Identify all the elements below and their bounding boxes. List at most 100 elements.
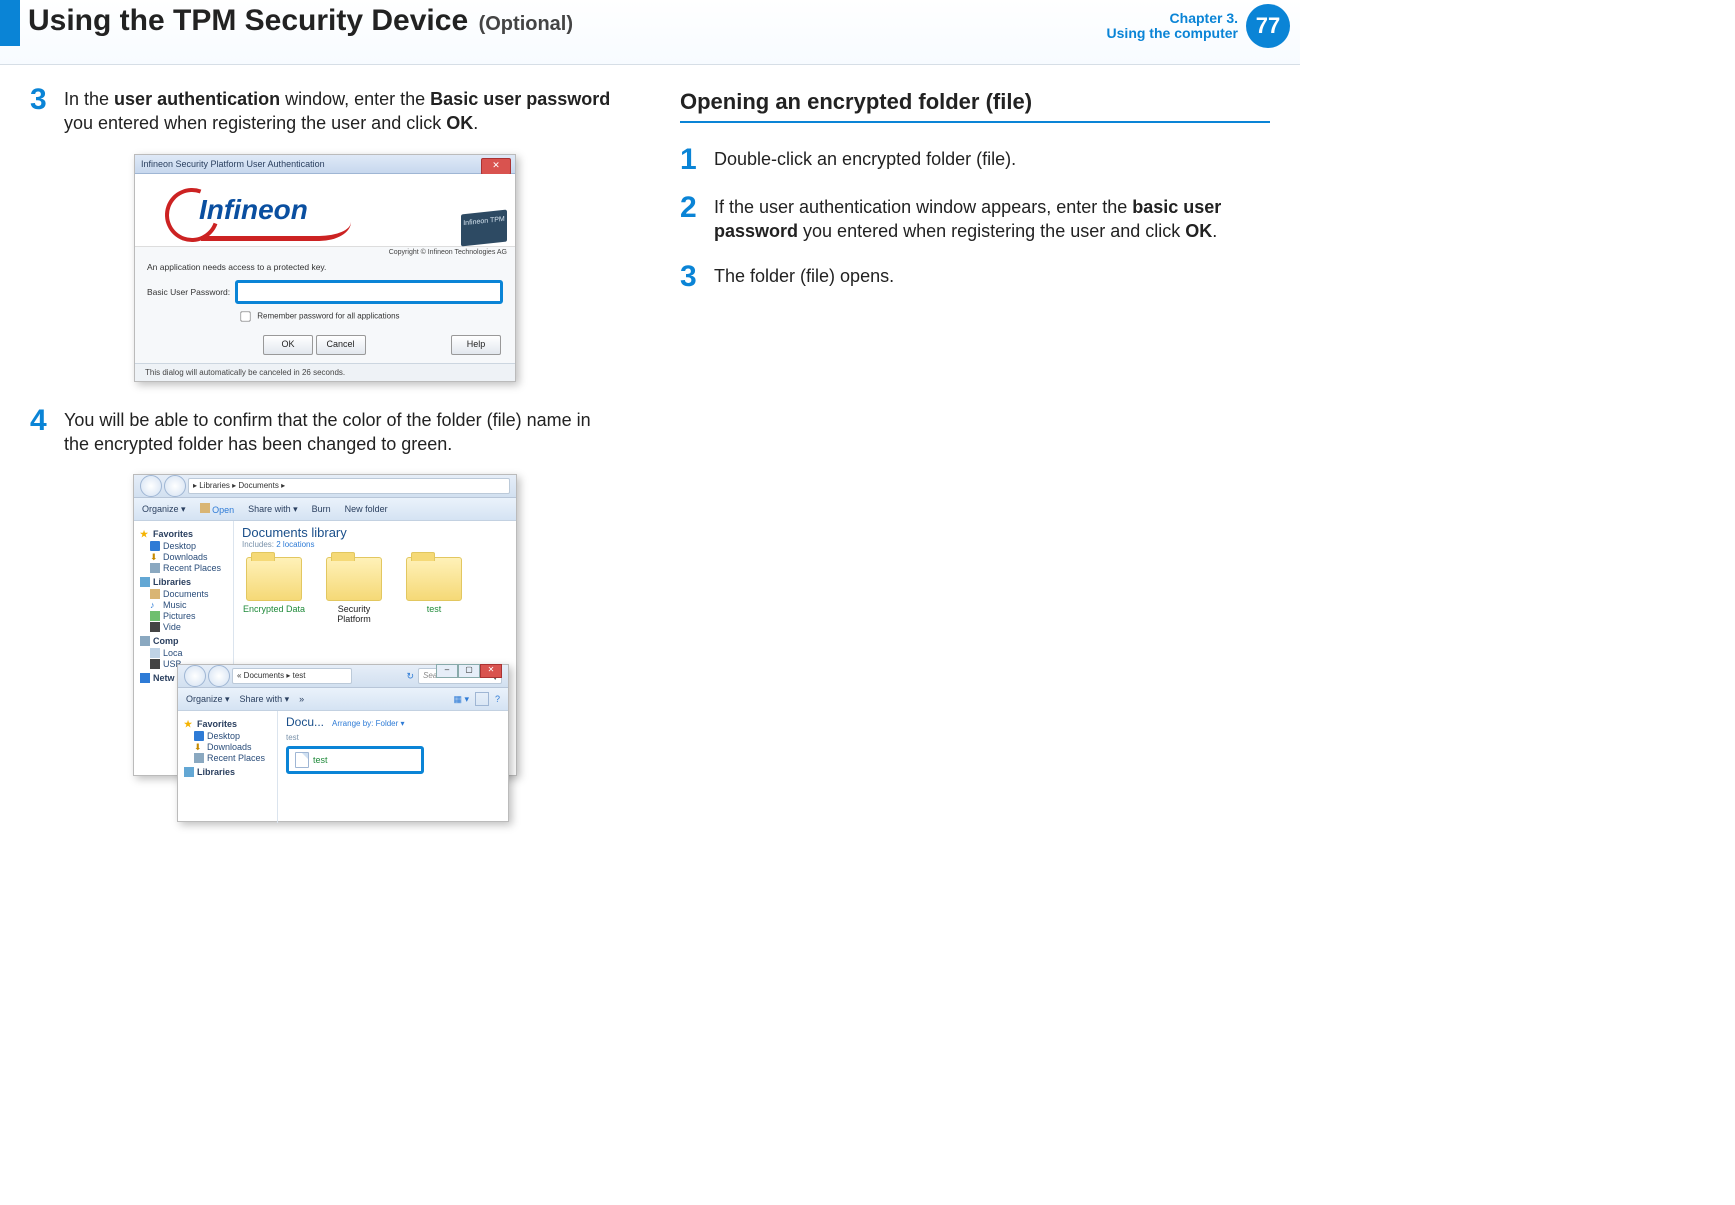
arrange-value: Folder ▾ [376,719,405,728]
back-button[interactable] [140,475,162,497]
remember-checkbox[interactable] [240,311,250,321]
forward-button[interactable] [208,665,230,687]
nav-label: Desktop [163,541,196,551]
toolbar-new-folder[interactable]: New folder [345,504,388,514]
t: OK [446,113,473,133]
nav-music[interactable]: ♪Music [150,600,229,610]
nav-label: Recent Places [163,563,221,573]
nav-libraries[interactable]: Libraries [184,767,273,777]
remember-checkbox-row: Remember password for all applications [239,310,503,323]
open-folder-icon [200,503,210,513]
nav-label: Loca [163,648,183,658]
star-icon: ★ [184,719,194,729]
ok-button[interactable]: OK [263,335,313,355]
preview-pane-icon[interactable] [475,692,489,706]
nav-label: Downloads [207,742,252,752]
toolbar-share[interactable]: Share with ▾ [248,504,298,515]
toolbar-share[interactable]: Share with ▾ [240,694,290,705]
step-text: The folder (file) opens. [714,262,894,292]
drive-icon [150,648,160,658]
nav-desktop[interactable]: Desktop [194,731,273,741]
folder-icon [406,557,462,601]
step-text: Double-click an encrypted folder (file). [714,145,1016,175]
explorer-address-bar: « Documents ▸ test ↻ Search test 🔍 – ▢ [178,665,508,688]
cancel-button[interactable]: Cancel [316,335,366,355]
explorer-toolbar: Organize ▾ Share with ▾ » ▦ ▾ ? [178,688,508,711]
step-text: In the user authentication window, enter… [64,85,620,136]
nav-label: Downloads [163,552,208,562]
desktop-icon [194,731,204,741]
dialog-copyright: Copyright © Infineon Technologies AG [135,246,515,256]
right-step-3: 3 The folder (file) opens. [680,262,1270,292]
breadcrumb[interactable]: « Documents ▸ test [232,668,352,684]
library-sub-prefix: Includes: [242,540,276,549]
t: you entered when registering the user an… [798,221,1185,241]
toolbar-open-label: Open [212,505,234,515]
close-button[interactable]: ✕ [480,664,502,678]
nav-downloads[interactable]: ⬇Downloads [150,552,229,562]
t: user authentication [114,89,280,109]
explorer-content: Docu... Arrange by: Folder ▾ test test [278,711,508,823]
folder-test[interactable]: test [402,557,466,624]
folder-security-platform[interactable]: Security Platform [322,557,386,624]
nav-recent-places[interactable]: Recent Places [150,563,229,573]
nav-local-disk[interactable]: Loca [150,648,229,658]
nav-pictures[interactable]: Pictures [150,611,229,621]
help-button[interactable]: Help [451,335,501,355]
toolbar-more[interactable]: » [299,694,304,704]
section-rule [680,121,1270,123]
dialog-footer: This dialog will automatically be cancel… [135,363,515,381]
dialog-instruction: An application needs access to a protect… [147,262,503,272]
logo-swoosh-tail-icon [201,222,351,241]
minimize-button[interactable]: – [436,664,458,678]
document-icon [150,589,160,599]
toolbar-organize[interactable]: Organize ▾ [142,504,186,515]
arrange-by[interactable]: Arrange by: Folder ▾ [332,719,405,728]
view-options-icon[interactable]: ▦ ▾ [453,694,469,705]
back-button[interactable] [184,665,206,687]
folder-icon [326,557,382,601]
nav-label: Favorites [153,529,193,539]
usb-icon [150,659,160,669]
breadcrumb[interactable]: ▸ Libraries ▸ Documents ▸ [188,478,510,494]
folder-label: Encrypted Data [242,604,306,614]
chapter-line-1: Chapter 3. [1107,11,1238,26]
step-number: 3 [30,85,64,136]
nav-libraries[interactable]: Libraries [140,577,229,587]
nav-computer[interactable]: Comp [140,636,229,646]
libraries-icon [140,577,150,587]
t: . [1212,221,1217,241]
nav-recent-places[interactable]: Recent Places [194,753,273,763]
help-icon[interactable]: ? [495,694,500,704]
nav-favorites[interactable]: ★Favorites [140,529,229,539]
folder-encrypted-data[interactable]: Encrypted Data [242,557,306,624]
step-number: 1 [680,145,714,175]
library-locations-link[interactable]: 2 locations [276,540,314,549]
forward-button[interactable] [164,475,186,497]
toolbar-open[interactable]: Open [200,503,235,515]
nav-videos[interactable]: Vide [150,622,229,632]
highlighted-file[interactable]: test [286,746,424,774]
arrange-label: Arrange by: [332,719,373,728]
page-header: Using the TPM Security Device (Optional)… [0,0,1300,65]
nav-favorites[interactable]: ★Favorites [184,719,273,729]
refresh-icon[interactable]: ↻ [406,671,414,682]
maximize-button[interactable]: ▢ [458,664,480,678]
toolbar-organize[interactable]: Organize ▾ [186,694,230,705]
folder-label: test [402,604,466,614]
close-button[interactable]: ✕ [481,158,511,175]
nav-desktop[interactable]: Desktop [150,541,229,551]
nav-downloads[interactable]: ⬇Downloads [194,742,273,752]
nav-label: Desktop [207,731,240,741]
t: Basic user password [430,89,610,109]
nav-label: Vide [163,622,181,632]
library-subtitle: test [286,733,500,742]
nav-documents[interactable]: Documents [150,589,229,599]
section-title: Opening an encrypted folder (file) [680,89,1270,115]
password-input[interactable] [235,280,503,304]
tpm-chip-icon: Infineon TPM [461,209,507,246]
remember-label: Remember password for all applications [257,311,399,320]
file-name: test [313,755,328,765]
toolbar-burn[interactable]: Burn [312,504,331,514]
folder-icon [246,557,302,601]
